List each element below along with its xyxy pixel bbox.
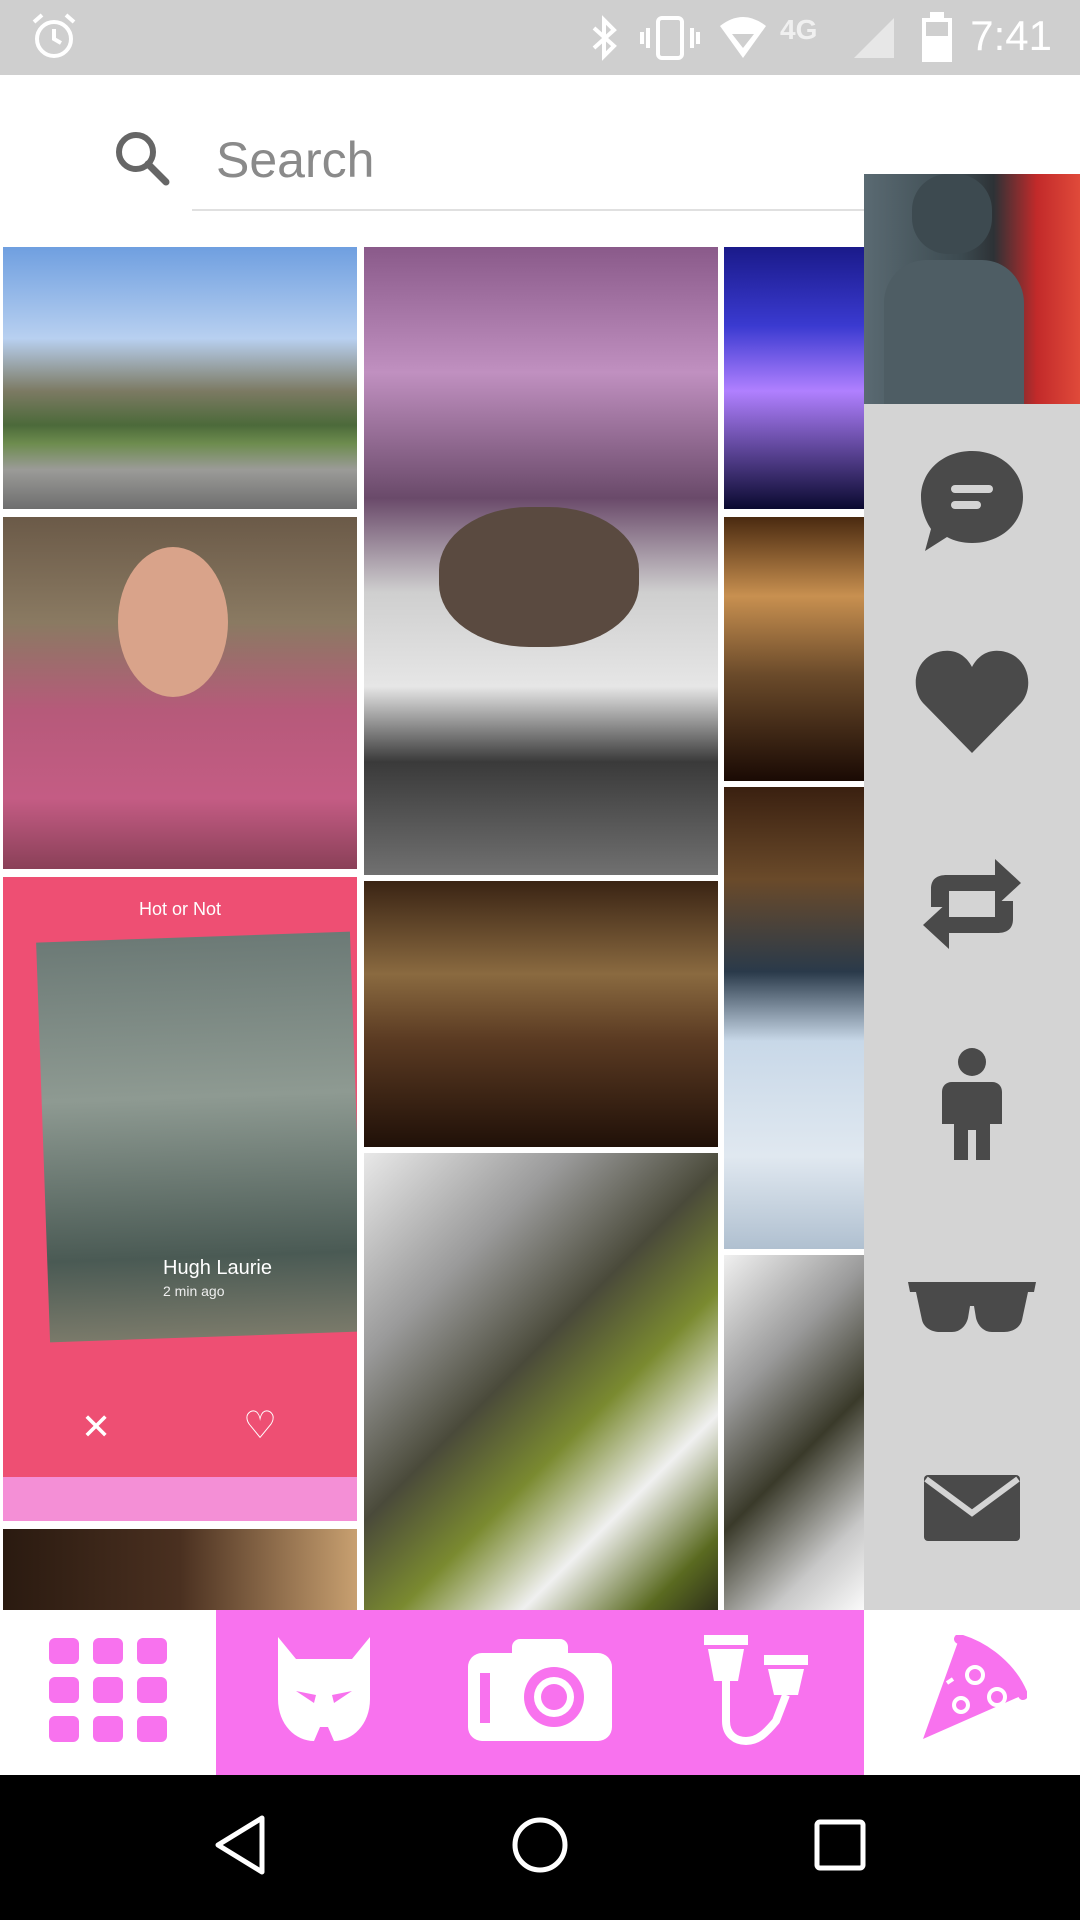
- like-button[interactable]: [864, 612, 1080, 792]
- photo-park-pond[interactable]: [3, 247, 357, 509]
- status-bar: 4G 7:41: [0, 0, 1080, 75]
- photo-dog-bed[interactable]: [364, 247, 718, 875]
- heart-outline-icon: ♡: [243, 1403, 278, 1447]
- photo-grid: Hot or Not Hugh Laurie 2 min ago ✕ ♡: [0, 245, 864, 1610]
- photo-laptop-screen[interactable]: [724, 787, 864, 1249]
- vibrate-icon: [640, 14, 700, 67]
- app-timestamp: 2 min ago: [163, 1283, 225, 1299]
- connector-icon: [704, 1635, 808, 1750]
- nav-pizza-button[interactable]: [864, 1610, 1080, 1775]
- profile-button[interactable]: [864, 1016, 1080, 1196]
- nav-connector-button[interactable]: [648, 1610, 864, 1775]
- search-input[interactable]: [214, 124, 858, 196]
- recents-icon: [814, 1819, 866, 1876]
- status-time: 7:41: [970, 12, 1052, 59]
- photo-hot-or-not-app[interactable]: Hot or Not Hugh Laurie 2 min ago ✕ ♡: [3, 877, 357, 1521]
- nav-grid-button[interactable]: [0, 1610, 216, 1775]
- app-header: Hot or Not: [138, 899, 222, 919]
- heart-icon: [913, 645, 1031, 760]
- back-icon: [212, 1814, 268, 1881]
- person-head: [118, 547, 228, 697]
- incognito-button[interactable]: [864, 1218, 1080, 1398]
- search-icon[interactable]: [112, 128, 172, 193]
- pizza-icon: [917, 1634, 1028, 1750]
- dog-shape: [439, 507, 639, 647]
- photo-concert[interactable]: [724, 247, 864, 509]
- search-underline: [192, 209, 892, 211]
- signal-icon: [852, 14, 896, 65]
- repeat-icon: [917, 849, 1027, 964]
- messages-button[interactable]: [864, 1420, 1080, 1600]
- wifi-icon: [718, 14, 768, 65]
- sunglasses-icon: [906, 1276, 1038, 1341]
- mask-icon: [274, 1637, 374, 1748]
- robot-head: [912, 174, 992, 254]
- app-bottom-bar: [3, 1477, 357, 1521]
- robot-avatar[interactable]: [864, 174, 1080, 404]
- home-icon: [511, 1816, 569, 1879]
- camera-icon: [466, 1637, 614, 1748]
- network-4g-lte-icon: 4G: [780, 14, 818, 45]
- recents-button[interactable]: [770, 1795, 910, 1900]
- photo-dark-bottom[interactable]: [3, 1529, 357, 1610]
- back-button[interactable]: [170, 1795, 310, 1900]
- grid-icon: [49, 1638, 167, 1747]
- chat-icon: [917, 445, 1027, 560]
- nav-mask-button[interactable]: [216, 1610, 432, 1775]
- photo-waterfall[interactable]: [364, 1153, 718, 1610]
- alarm-icon: [28, 10, 80, 67]
- photo-dining-room[interactable]: [364, 881, 718, 1147]
- nav-camera-button[interactable]: [432, 1610, 648, 1775]
- app-person-name: Hugh Laurie: [163, 1257, 272, 1279]
- mail-icon: [922, 1473, 1022, 1548]
- chat-button[interactable]: [864, 412, 1080, 592]
- home-button[interactable]: [470, 1795, 610, 1900]
- close-icon: ✕: [81, 1407, 112, 1448]
- photo-person-pink-coat[interactable]: [3, 517, 357, 869]
- repost-button[interactable]: [864, 816, 1080, 996]
- photo-room-high-view[interactable]: [724, 517, 864, 781]
- battery-icon: [920, 12, 954, 69]
- robot-body: [884, 260, 1024, 404]
- app-photo-card: [36, 931, 357, 1343]
- bluetooth-icon: [588, 14, 622, 67]
- person-icon: [932, 1046, 1012, 1167]
- photo-waterfall-2[interactable]: [724, 1255, 864, 1610]
